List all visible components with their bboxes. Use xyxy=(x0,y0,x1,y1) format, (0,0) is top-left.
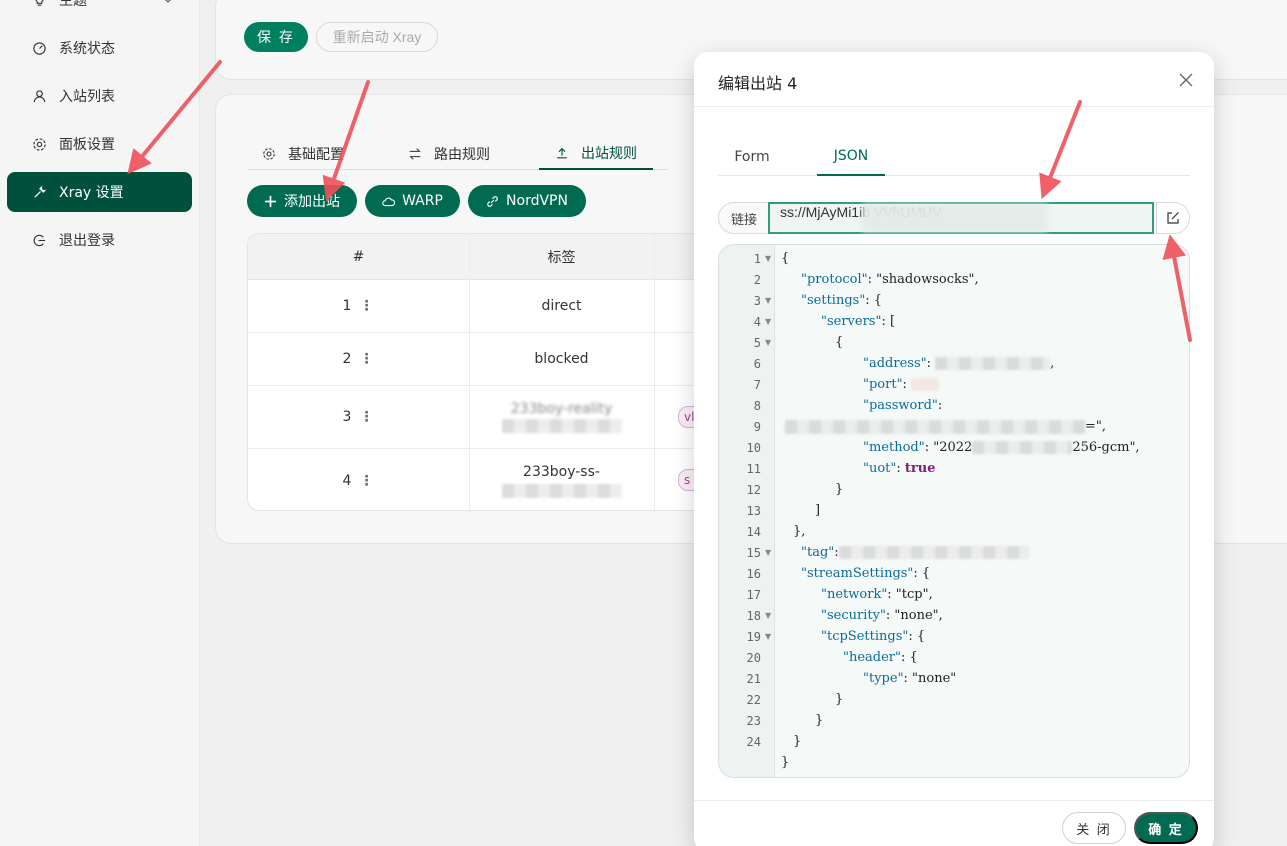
gear-icon xyxy=(31,136,47,152)
table-row[interactable]: 4 ⋮ 233boy-ss- s xyxy=(248,449,706,510)
tab-routing-rules[interactable]: 路由规则 xyxy=(408,138,490,170)
line-number: 6 xyxy=(753,357,761,371)
sidebar-item-xray-settings[interactable]: Xray 设置 xyxy=(7,172,192,212)
link-label: 链接 xyxy=(718,202,770,234)
line-number: 7 xyxy=(753,378,761,392)
gear-icon xyxy=(263,148,275,160)
sidebar-item-system-status[interactable]: 系统状态 xyxy=(7,28,192,68)
tab-json[interactable]: JSON xyxy=(817,138,885,176)
line-number: 14 xyxy=(746,525,761,539)
restart-xray-button[interactable]: 重新启动 Xray xyxy=(316,22,438,52)
line-number: 17 xyxy=(746,588,761,602)
sidebar: 主题 系统状态 入站列表 面板设置 Xray 设置 退出登录 xyxy=(0,0,200,846)
fold-toggle-icon[interactable]: ▼ xyxy=(765,296,771,305)
line-number: 18 xyxy=(746,609,761,623)
line-number: 24 xyxy=(746,735,761,749)
confirm-button[interactable]: 确 定 xyxy=(1134,812,1198,844)
line-number: 16 xyxy=(746,567,761,581)
swap-icon xyxy=(409,148,421,160)
line-number: 3 xyxy=(753,294,761,308)
dashboard-icon xyxy=(31,40,47,56)
table-row[interactable]: 3 ⋮ 233boy-reality vl xyxy=(248,386,706,449)
line-number: 1 xyxy=(753,252,761,266)
line-number: 12 xyxy=(746,483,761,497)
line-number: 11 xyxy=(746,462,761,476)
cloud-icon xyxy=(382,197,396,206)
line-number: 8 xyxy=(753,399,761,413)
line-number: 5 xyxy=(753,336,761,350)
nordvpn-button[interactable]: NordVPN xyxy=(468,185,586,217)
sidebar-item-label: Xray 设置 xyxy=(59,185,124,201)
column-header-index: # xyxy=(248,234,469,280)
fold-toggle-icon[interactable]: ▼ xyxy=(765,317,771,326)
tab-basic-config[interactable]: 基础配置 xyxy=(262,138,344,170)
row-tag: 233boy-ss- xyxy=(523,463,600,480)
redacted-text xyxy=(501,419,622,433)
line-number: 21 xyxy=(746,672,761,686)
line-number: 23 xyxy=(746,714,761,728)
close-icon[interactable] xyxy=(1178,72,1194,88)
sidebar-item-label: 入站列表 xyxy=(59,89,115,105)
more-icon[interactable]: ⋮ xyxy=(359,298,373,314)
user-icon xyxy=(31,88,47,104)
sidebar-item-panel-settings[interactable]: 面板设置 xyxy=(7,124,192,164)
line-number: 4 xyxy=(753,315,761,329)
edit-outbound-modal: 编辑出站 4 Form JSON 链接 ss://MjAyMi1ib VVhUM… xyxy=(694,52,1214,846)
logout-icon xyxy=(31,232,47,248)
fold-toggle-icon[interactable]: ▼ xyxy=(765,338,771,347)
close-button[interactable]: 关 闭 xyxy=(1062,812,1126,844)
line-number: 10 xyxy=(746,441,761,455)
sidebar-item-logout[interactable]: 退出登录 xyxy=(7,220,192,260)
modal-tabs: Form JSON xyxy=(718,138,1190,176)
redacted-text xyxy=(862,204,1047,232)
more-icon[interactable]: ⋮ xyxy=(359,351,373,367)
line-number: 9 xyxy=(753,420,761,434)
sidebar-item-label: 退出登录 xyxy=(59,233,115,249)
sidebar-item-label: 主题 xyxy=(59,0,87,9)
line-number: 20 xyxy=(746,651,761,665)
bulb-icon xyxy=(31,0,47,8)
sidebar-item-label: 面板设置 xyxy=(59,137,115,153)
more-icon[interactable]: ⋮ xyxy=(359,473,373,489)
json-editor[interactable]: 1 ▼ 2 3 ▼ 4 ▼ 5 ▼ 6 7 8 9 10 11 12 13 14 15 ▼ 16 17 18 ▼ 19 ▼ 20 21… xyxy=(718,244,1190,778)
edit-icon xyxy=(1167,212,1179,224)
fold-toggle-icon[interactable]: ▼ xyxy=(765,254,771,263)
line-number: 15 xyxy=(746,546,761,560)
tab-form[interactable]: Form xyxy=(718,138,786,176)
line-number: 2 xyxy=(753,273,761,287)
fold-toggle-icon[interactable]: ▼ xyxy=(765,611,771,620)
redacted-text xyxy=(501,483,622,498)
link-icon xyxy=(487,195,498,207)
tool-icon xyxy=(31,184,47,200)
add-outbound-button[interactable]: 添加出站 xyxy=(247,185,357,217)
modal-title: 编辑出站 4 xyxy=(718,74,798,93)
line-number: 19 xyxy=(746,630,761,644)
column-header-tag: 标签 xyxy=(469,234,654,280)
save-button[interactable]: 保 存 xyxy=(244,22,308,52)
more-icon[interactable]: ⋮ xyxy=(359,409,373,425)
sidebar-item-inbounds[interactable]: 入站列表 xyxy=(7,76,192,116)
plus-icon xyxy=(264,195,277,207)
import-link-button[interactable] xyxy=(1156,202,1190,234)
fold-toggle-icon[interactable]: ▼ xyxy=(765,548,771,557)
table-row[interactable]: 2 ⋮ blocked xyxy=(248,333,706,386)
table-row[interactable]: 1 ⋮ direct xyxy=(248,280,706,333)
warp-button[interactable]: WARP xyxy=(365,185,460,217)
upload-icon xyxy=(557,147,567,159)
row-tag: blocked xyxy=(534,351,589,367)
line-number: 22 xyxy=(746,693,761,707)
settings-tabs: 基础配置 路由规则 出站规则 xyxy=(248,128,668,170)
chevron-down-icon xyxy=(165,0,171,3)
row-tag: direct xyxy=(541,298,582,314)
sidebar-item-theme[interactable]: 主题 xyxy=(7,0,192,20)
outbounds-table: # 标签 1 ⋮ direct 2 ⋮ blocked 3 ⋮ 233boy-real… xyxy=(247,233,707,511)
row-tag: 233boy-reality xyxy=(510,401,613,417)
tab-outbound-rules[interactable]: 出站规则 xyxy=(539,138,653,170)
line-number: 13 xyxy=(746,504,761,518)
sidebar-item-label: 系统状态 xyxy=(59,41,115,57)
fold-toggle-icon[interactable]: ▼ xyxy=(765,632,771,641)
